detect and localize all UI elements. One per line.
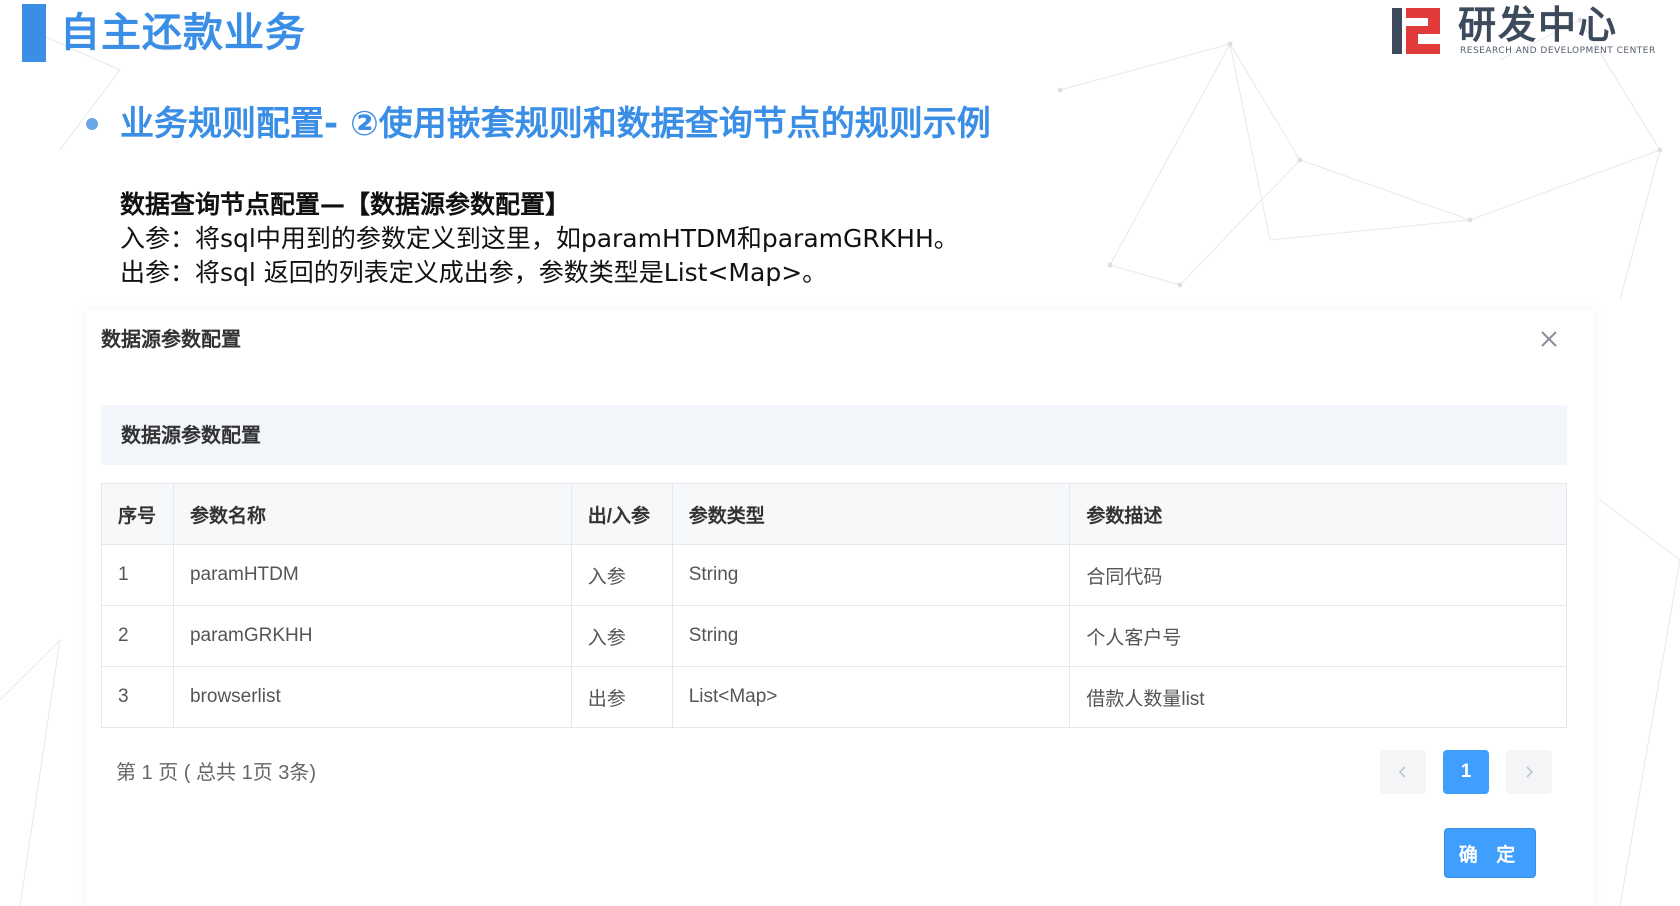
pagination-prev-button[interactable] [1380,750,1426,794]
table-header-row: 序号 参数名称 出/入参 参数类型 参数描述 [101,483,1567,545]
cell-param-type: String [671,605,1071,667]
cell-direction: 入参 [570,544,673,606]
close-icon[interactable] [1534,324,1564,354]
col-header-param-type: 参数类型 [671,483,1071,545]
rd-center-logo: 研发中心 RESEARCH AND DEVELOPMENT CENTER [1390,3,1655,60]
logo-mark-icon [1392,8,1440,54]
description-line-input: 入参：将sql中用到的参数定义到这里，如paramHTDM和paramGRKHH… [120,224,959,253]
section-title: 数据源参数配置 [121,423,261,447]
section-header: 数据源参数配置 [101,405,1567,465]
col-header-index: 序号 [101,483,174,545]
cell-index: 1 [101,544,174,606]
dialog-title: 数据源参数配置 [101,327,241,351]
cell-param-desc: 个人客户号 [1069,605,1567,667]
pagination-next-button[interactable] [1506,750,1552,794]
cell-param-type: String [671,544,1071,606]
logo-text-en: RESEARCH AND DEVELOPMENT CENTER [1460,46,1656,56]
cell-index: 2 [101,605,174,667]
col-header-param-desc: 参数描述 [1069,483,1567,545]
chevron-left-icon [1398,766,1406,778]
description-heading: 数据查询节点配置—【数据源参数配置】 [120,190,571,219]
confirm-button[interactable]: 确 定 [1444,828,1536,878]
description-block: 数据查询节点配置—【数据源参数配置】 入参：将sql中用到的参数定义到这里，如p… [120,188,959,290]
cell-param-type: List<Map> [671,666,1071,728]
cell-index: 3 [101,666,174,728]
param-table: 序号 参数名称 出/入参 参数类型 参数描述 1 paramHTDM 入参 St… [101,483,1567,728]
table-row[interactable]: 3 browserlist 出参 List<Map> 借款人数量list [101,666,1567,728]
cell-param-name: browserlist [172,666,572,728]
subtitle-bullet-icon [86,118,98,130]
chevron-right-icon [1526,766,1534,778]
title-accent-bar [22,4,46,62]
datasource-param-dialog: 数据源参数配置 数据源参数配置 序号 参数名称 出/入参 参数类型 参数描述 1 [86,310,1594,906]
cell-param-name: paramGRKHH [172,605,572,667]
table-row[interactable]: 2 paramGRKHH 入参 String 个人客户号 [101,605,1567,667]
cell-param-desc: 合同代码 [1069,544,1567,606]
pagination-current-page[interactable]: 1 [1443,750,1489,794]
cell-param-name: paramHTDM [172,544,572,606]
table-row[interactable]: 1 paramHTDM 入参 String 合同代码 [101,544,1567,606]
cell-param-desc: 借款人数量list [1069,666,1567,728]
cell-direction: 入参 [570,605,673,667]
logo-text-cn: 研发中心 [1458,3,1619,47]
cell-direction: 出参 [570,666,673,728]
pagination-info: 第 1 页 ( 总共 1页 3条) [116,762,317,784]
slide-title: 自主还款业务 [60,10,306,56]
slide-subtitle: 业务规则配置- ②使用嵌套规则和数据查询节点的规则示例 [120,104,991,144]
col-header-param-name: 参数名称 [172,483,572,545]
col-header-direction: 出/入参 [570,483,673,545]
description-line-output: 出参：将sql 返回的列表定义成出参，参数类型是List<Map>。 [120,258,828,287]
